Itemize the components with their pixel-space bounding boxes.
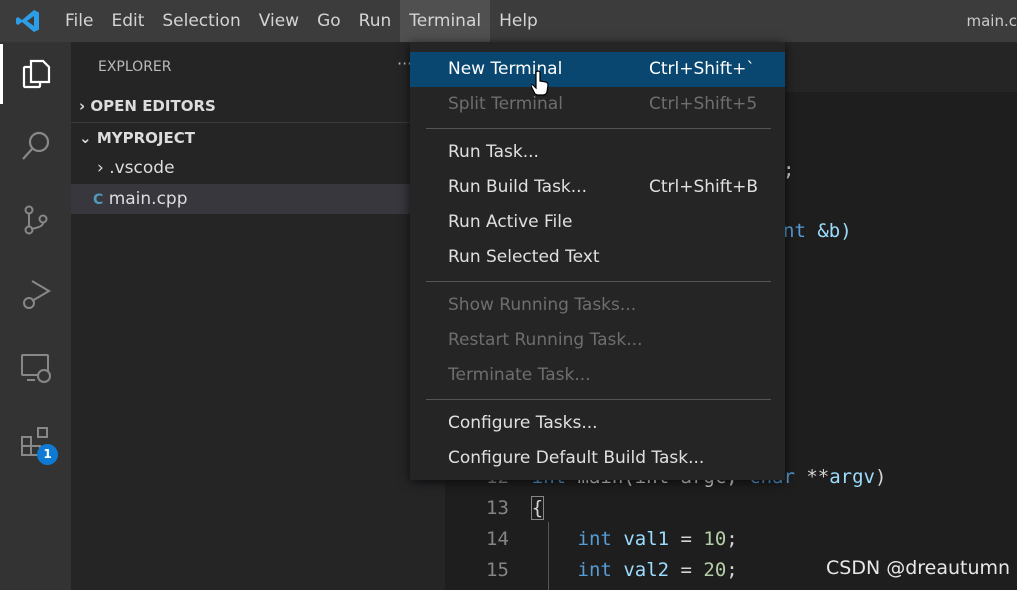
files-icon[interactable] xyxy=(0,44,71,104)
folder-label: .vscode xyxy=(109,158,175,178)
extensions-badge: 1 xyxy=(37,444,58,465)
file-label: main.cpp xyxy=(108,189,188,209)
vscode-logo-icon xyxy=(0,0,56,42)
watermark: CSDN @dreautumn xyxy=(826,557,1011,579)
menu-separator xyxy=(426,281,771,282)
menu-show-running-tasks: Show Running Tasks... xyxy=(448,295,637,315)
menu-selection[interactable]: Selection xyxy=(153,0,249,42)
menu-terminate-task: Terminate Task... xyxy=(448,365,591,385)
folder-vscode[interactable]: › .vscode xyxy=(71,153,445,183)
menu-help[interactable]: Help xyxy=(490,0,547,42)
extensions-icon[interactable]: 1 xyxy=(0,412,71,472)
explorer-title: EXPLORER xyxy=(98,59,172,75)
code-line-13: 13 { xyxy=(486,496,545,520)
title-bar: File Edit Selection View Go Run Terminal… xyxy=(0,0,1017,42)
remote-explorer-icon[interactable] xyxy=(0,338,71,398)
project-label: MYPROJECT xyxy=(96,129,195,147)
open-editors-section[interactable]: › OPEN EDITORS xyxy=(71,91,445,121)
indent-guide xyxy=(548,522,549,590)
search-icon[interactable] xyxy=(0,116,71,176)
menu-configure-tasks[interactable]: Configure Tasks... xyxy=(410,406,785,441)
menu-run-task[interactable]: Run Task... xyxy=(410,135,785,170)
menu-configure-default-build-task[interactable]: Configure Default Build Task... xyxy=(410,441,785,476)
menu-split-terminal: Split Terminal Ctrl+Shift+5 xyxy=(448,94,758,114)
menu-separator xyxy=(426,399,771,400)
menu-restart-running-task: Restart Running Task... xyxy=(448,330,643,350)
menu-terminal[interactable]: Terminal xyxy=(400,0,491,42)
activity-bar: 1 xyxy=(0,42,71,590)
source-control-icon[interactable] xyxy=(0,190,71,250)
explorer-sidebar: EXPLORER ··· › OPEN EDITORS ⌄ MYPROJECT … xyxy=(71,42,445,590)
menu-go[interactable]: Go xyxy=(308,0,350,42)
chevron-right-icon: › xyxy=(97,158,104,178)
code-line-14: 14 int val1 = 10; xyxy=(486,528,738,550)
file-main-cpp[interactable]: C main.cpp xyxy=(71,184,445,214)
menu-new-terminal[interactable]: New Terminal Ctrl+Shift+` xyxy=(410,52,785,87)
menu-run-selected-text[interactable]: Run Selected Text xyxy=(410,240,785,275)
hand-cursor-icon xyxy=(530,70,549,100)
menu-view[interactable]: View xyxy=(250,0,308,42)
code-fragment: nt &b) xyxy=(783,220,852,242)
menu-separator xyxy=(426,128,771,129)
project-section[interactable]: ⌄ MYPROJECT xyxy=(71,123,445,153)
chevron-down-icon: ⌄ xyxy=(79,129,92,147)
menu-run-active-file[interactable]: Run Active File xyxy=(410,205,785,240)
window-title: main.c xyxy=(966,12,1017,30)
terminal-menu: New Terminal Ctrl+Shift+` Split Terminal C… xyxy=(410,42,785,480)
menu-edit[interactable]: Edit xyxy=(102,0,153,42)
run-debug-icon[interactable] xyxy=(0,264,71,324)
code-line-15: 15 int val2 = 20; xyxy=(486,559,738,581)
menu-run[interactable]: Run xyxy=(350,0,401,42)
cpp-file-icon: C xyxy=(93,192,104,208)
chevron-right-icon: › xyxy=(79,97,86,115)
open-editors-label: OPEN EDITORS xyxy=(90,97,216,115)
menu-run-build-task[interactable]: Run Build Task... Ctrl+Shift+B xyxy=(410,170,785,205)
menu-file[interactable]: File xyxy=(56,0,102,42)
